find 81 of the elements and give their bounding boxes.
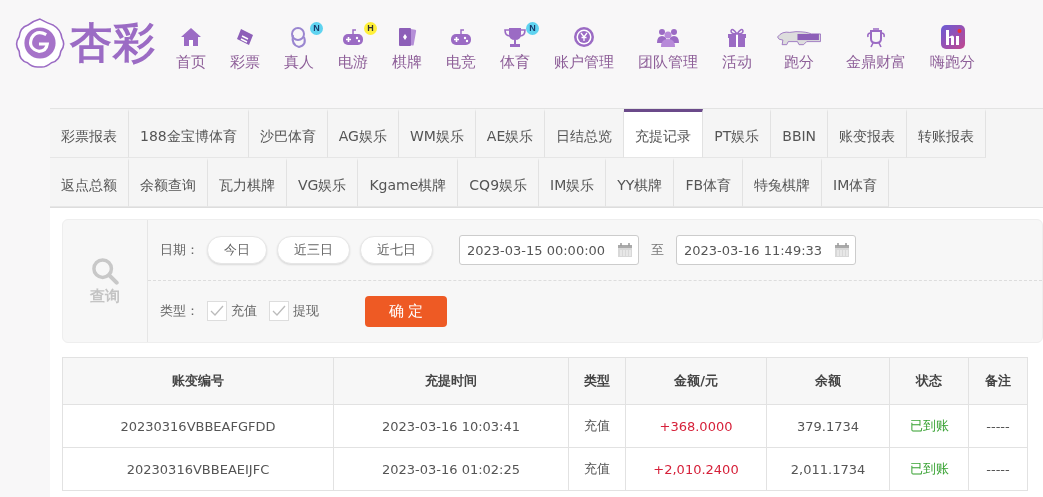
tab[interactable]: 账变报表 xyxy=(828,109,908,158)
hot-badge: H xyxy=(364,22,377,35)
table-cell: 20230316VBBEAEIJFC xyxy=(62,447,334,491)
tab[interactable]: WM娱乐 xyxy=(398,109,476,158)
table-cell: +368.0000 xyxy=(625,404,767,448)
date-field[interactable]: 2023-03-15 00:00:00 xyxy=(459,235,639,265)
nav-item[interactable]: 账户管理 xyxy=(542,16,626,72)
tab[interactable]: 返点总额 xyxy=(50,158,129,207)
tab[interactable]: PT娱乐 xyxy=(703,109,772,158)
tab[interactable]: 特兔棋牌 xyxy=(743,158,823,207)
nav-item[interactable]: 首页 xyxy=(164,16,218,72)
nav-item[interactable]: 电竞 xyxy=(434,16,488,72)
nav-item[interactable]: 嗨跑分 xyxy=(918,16,987,72)
date-range-button[interactable]: 近七日 xyxy=(360,236,433,264)
date-range-button[interactable]: 近三日 xyxy=(277,236,350,264)
table-cell: ----- xyxy=(968,404,1028,448)
column-header: 余额 xyxy=(766,357,890,405)
table-cell: 2023-03-16 10:03:41 xyxy=(333,404,569,448)
table-cell: 已到账 xyxy=(889,447,969,491)
column-header: 类型 xyxy=(568,357,626,405)
nav-item[interactable]: H 电游 xyxy=(326,16,380,72)
column-header: 账变编号 xyxy=(62,357,334,405)
table-cell: 2,011.1734 xyxy=(766,447,890,491)
new-badge: N xyxy=(310,22,323,35)
tab[interactable]: 彩票报表 xyxy=(50,109,129,158)
cauldron-icon xyxy=(864,25,888,49)
column-header: 充提时间 xyxy=(333,357,569,405)
column-header: 金额/元 xyxy=(625,357,767,405)
tab[interactable]: IM体育 xyxy=(822,158,890,207)
table-cell: 充值 xyxy=(568,447,626,491)
tab[interactable]: 沙巴体育 xyxy=(248,109,328,158)
table-cell: ----- xyxy=(968,447,1028,491)
search-icon xyxy=(91,256,119,285)
tab[interactable]: 转账报表 xyxy=(907,109,987,158)
nav-item[interactable]: 活动 xyxy=(710,16,764,72)
checkbox[interactable] xyxy=(207,301,227,321)
checkbox-label: 提现 xyxy=(293,302,319,320)
tab[interactable]: 瓦力棋牌 xyxy=(208,158,287,207)
column-header: 状态 xyxy=(889,357,969,405)
yen-coin-icon xyxy=(572,25,596,49)
tab[interactable]: IM娱乐 xyxy=(539,158,607,207)
date-range-button[interactable]: 今日 xyxy=(207,236,267,264)
new-badge: N xyxy=(526,22,539,35)
date-field[interactable]: 2023-03-16 11:49:33 xyxy=(676,235,856,265)
table-cell: 379.1734 xyxy=(766,404,890,448)
nav-item[interactable]: 团队管理 xyxy=(626,16,710,72)
tab[interactable]: 余额查询 xyxy=(129,158,208,207)
logo-emblem-icon xyxy=(14,17,66,69)
calendar-icon xyxy=(617,242,633,258)
nav-item[interactable]: N 体育 xyxy=(488,16,542,72)
calendar-icon xyxy=(834,242,850,258)
table-cell: +2,010.2400 xyxy=(625,447,767,491)
hi-logo-icon xyxy=(940,25,965,49)
trophy-icon xyxy=(503,25,527,49)
date-label: 日期： xyxy=(160,241,199,259)
date-separator: 至 xyxy=(651,241,664,259)
tab[interactable]: FB体育 xyxy=(674,158,744,207)
nav-item[interactable]: 彩票 xyxy=(218,16,272,72)
logo-text: 杏彩 xyxy=(70,17,156,69)
tab[interactable]: AG娱乐 xyxy=(327,109,399,158)
table-cell: 充值 xyxy=(568,404,626,448)
tab[interactable]: Kgame棋牌 xyxy=(358,158,459,207)
table-cell: 已到账 xyxy=(889,404,969,448)
nav-item[interactable]: 金鼎财富 xyxy=(834,16,918,72)
tab[interactable]: CQ9娱乐 xyxy=(458,158,540,207)
nav-item[interactable]: 棋牌 xyxy=(380,16,434,72)
tab[interactable]: 充提记录 xyxy=(624,109,704,158)
tab[interactable]: YY棋牌 xyxy=(606,158,675,207)
nav-item[interactable]: N 真人 xyxy=(272,16,326,72)
checkbox[interactable] xyxy=(269,301,289,321)
tab[interactable]: BBIN xyxy=(771,109,829,158)
table-cell: 20230316VBBEAFGFDD xyxy=(62,404,334,448)
table-cell: 2023-03-16 01:02:25 xyxy=(333,447,569,491)
tab[interactable]: VG娱乐 xyxy=(287,158,359,207)
tab[interactable]: 188金宝博体育 xyxy=(129,109,249,158)
nav-item[interactable]: 跑分 xyxy=(764,16,834,72)
home-icon xyxy=(179,25,203,49)
column-header: 备注 xyxy=(968,357,1028,405)
type-label: 类型： xyxy=(160,302,199,320)
tab[interactable]: AE娱乐 xyxy=(475,109,546,158)
checkbox-label: 充值 xyxy=(231,302,257,320)
